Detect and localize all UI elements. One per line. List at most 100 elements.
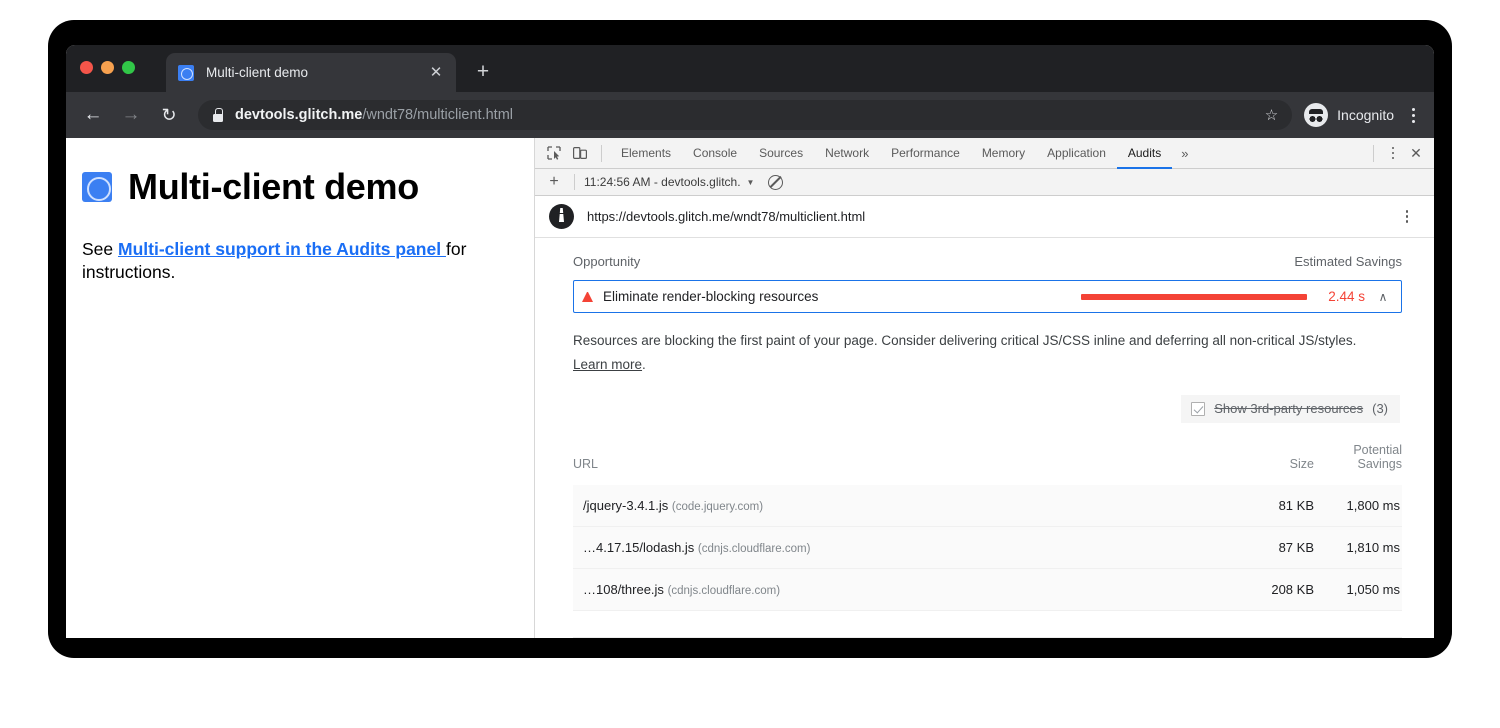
resource-url: …4.17.15/lodash.js xyxy=(583,540,694,555)
devtools-tab-bar: Elements Console Sources Network Perform… xyxy=(535,138,1434,169)
third-party-label: Show 3rd-party resources xyxy=(1214,401,1363,416)
table-row[interactable]: …108/three.js (cdnjs.cloudflare.com) 208… xyxy=(573,569,1402,611)
address-host: devtools.glitch.me xyxy=(235,107,362,123)
browser-tab-strip: Multi-client demo ✕ + xyxy=(66,45,1434,92)
column-estimated-savings: Estimated Savings xyxy=(1294,254,1402,269)
profile-label: Incognito xyxy=(1337,107,1394,123)
opportunity-value: 2.44 s xyxy=(1317,289,1365,304)
resources-table: URL Size Potential Savings xyxy=(573,433,1402,611)
th-potential-savings: Potential Savings xyxy=(1314,433,1402,485)
close-icon[interactable]: ✕ xyxy=(426,63,446,83)
column-opportunity: Opportunity xyxy=(573,254,640,269)
report-menu-icon[interactable] xyxy=(1396,206,1418,228)
tab-audits[interactable]: Audits xyxy=(1117,138,1172,169)
report-header: https://devtools.glitch.me/wndt78/multic… xyxy=(535,196,1434,238)
chevron-down-icon: ▼ xyxy=(747,178,755,187)
audits-toolbar: + 11:24:56 AM - devtools.glitch. ▼ xyxy=(535,169,1434,196)
maximize-window-button[interactable] xyxy=(122,61,135,74)
close-window-button[interactable] xyxy=(80,61,93,74)
resource-url: /jquery-3.4.1.js xyxy=(583,498,668,513)
audited-url: https://devtools.glitch.me/wndt78/multic… xyxy=(587,209,865,224)
toolbar-divider xyxy=(601,145,602,162)
show-third-party-toggle[interactable]: Show 3rd-party resources (3) xyxy=(1181,395,1400,423)
profile-chip[interactable]: Incognito xyxy=(1304,103,1394,127)
cell-savings: 1,800 ms xyxy=(1314,485,1402,527)
th-size: Size xyxy=(1209,433,1314,485)
opportunity-title: Eliminate render-blocking resources xyxy=(603,289,818,304)
tab-performance[interactable]: Performance xyxy=(880,138,971,169)
cell-size: 87 KB xyxy=(1209,527,1314,569)
address-bar-text: devtools.glitch.me/wndt78/multiclient.ht… xyxy=(235,107,513,123)
checkbox-icon[interactable] xyxy=(1191,402,1205,416)
new-tab-button[interactable]: + xyxy=(470,59,496,85)
browser-tab[interactable]: Multi-client demo ✕ xyxy=(166,53,456,92)
toolbar-divider xyxy=(574,174,575,190)
forward-icon[interactable]: → xyxy=(116,100,146,130)
tab-sources[interactable]: Sources xyxy=(748,138,814,169)
minimize-window-button[interactable] xyxy=(101,61,114,74)
browser-tab-title: Multi-client demo xyxy=(206,65,426,80)
cell-url: …108/three.js (cdnjs.cloudflare.com) xyxy=(573,569,1209,611)
cell-savings: 1,050 ms xyxy=(1314,569,1402,611)
opportunity-row[interactable]: Eliminate render-blocking resources 2.44… xyxy=(573,280,1402,313)
th-url: URL xyxy=(573,433,1209,485)
tab-memory[interactable]: Memory xyxy=(971,138,1036,169)
cell-size: 81 KB xyxy=(1209,485,1314,527)
back-icon[interactable]: ← xyxy=(78,100,108,130)
resource-host: (cdnjs.cloudflare.com) xyxy=(668,585,780,597)
table-row[interactable]: …4.17.15/lodash.js (cdnjs.cloudflare.com… xyxy=(573,527,1402,569)
learn-more-link[interactable]: Learn more xyxy=(573,357,642,372)
bookmark-star-icon[interactable]: ☆ xyxy=(1265,106,1278,124)
address-path: /wndt78/multiclient.html xyxy=(362,107,513,123)
report-divider xyxy=(573,637,1402,638)
lighthouse-icon xyxy=(549,204,574,229)
browser-toolbar: ← → ↻ devtools.glitch.me/wndt78/multicli… xyxy=(66,92,1434,138)
window-content: Multi-client demo See Multi-client suppo… xyxy=(66,138,1434,638)
tab-overflow-icon[interactable]: » xyxy=(1172,146,1197,161)
third-party-toggle-wrap: Show 3rd-party resources (3) xyxy=(573,395,1402,423)
browser-window: Multi-client demo ✕ + ← → ↻ devtools.gli… xyxy=(66,45,1434,638)
browser-menu-icon[interactable] xyxy=(1400,102,1426,128)
tab-console[interactable]: Console xyxy=(682,138,748,169)
table-header-row: URL Size Potential Savings xyxy=(573,433,1402,485)
reload-icon[interactable]: ↻ xyxy=(154,100,184,130)
resource-url: …108/three.js xyxy=(583,582,664,597)
third-party-count: (3) xyxy=(1372,401,1388,416)
clear-audits-icon[interactable] xyxy=(768,175,783,190)
table-row[interactable]: /jquery-3.4.1.js (code.jquery.com) 81 KB… xyxy=(573,485,1402,527)
screenshot-stage: Multi-client demo ✕ + ← → ↻ devtools.gli… xyxy=(0,0,1500,728)
device-toolbar-icon[interactable] xyxy=(567,140,593,166)
cell-url: /jquery-3.4.1.js (code.jquery.com) xyxy=(573,485,1209,527)
resources-table-body: /jquery-3.4.1.js (code.jquery.com) 81 KB… xyxy=(573,485,1402,611)
description-text: Resources are blocking the first paint o… xyxy=(573,333,1356,348)
incognito-icon xyxy=(1304,103,1328,127)
window-traffic-lights xyxy=(80,61,135,74)
inspect-element-icon[interactable] xyxy=(541,140,567,166)
lighthouse-report: https://devtools.glitch.me/wndt78/multic… xyxy=(535,196,1434,638)
cell-savings: 1,810 ms xyxy=(1314,527,1402,569)
devtools-menu-icon[interactable] xyxy=(1382,142,1404,164)
close-devtools-icon[interactable]: ✕ xyxy=(1404,141,1428,165)
devtools-panel: Elements Console Sources Network Perform… xyxy=(535,138,1434,638)
audit-run-selector[interactable]: 11:24:56 AM - devtools.glitch. ▼ xyxy=(584,175,754,189)
web-page-viewport: Multi-client demo See Multi-client suppo… xyxy=(66,138,535,638)
resources-table-head: URL Size Potential Savings xyxy=(573,433,1402,485)
resource-host: (cdnjs.cloudflare.com) xyxy=(698,543,810,555)
audits-docs-link[interactable]: Multi-client support in the Audits panel xyxy=(118,239,446,259)
cell-url: …4.17.15/lodash.js (cdnjs.cloudflare.com… xyxy=(573,527,1209,569)
cell-size: 208 KB xyxy=(1209,569,1314,611)
opportunity-table-header: Opportunity Estimated Savings xyxy=(573,254,1402,280)
devtools-toolbar-right: ✕ xyxy=(1365,141,1434,165)
tab-application[interactable]: Application xyxy=(1036,138,1117,169)
audit-run-label: 11:24:56 AM - devtools.glitch. xyxy=(584,175,741,189)
th-savings-line1: Potential xyxy=(1314,443,1402,457)
savings-bar xyxy=(1081,294,1307,300)
warning-triangle-icon xyxy=(582,292,593,302)
new-audit-button[interactable]: + xyxy=(543,173,565,191)
page-title-text: Multi-client demo xyxy=(128,166,419,208)
tab-network[interactable]: Network xyxy=(814,138,880,169)
address-bar[interactable]: devtools.glitch.me/wndt78/multiclient.ht… xyxy=(198,100,1292,130)
tab-elements[interactable]: Elements xyxy=(610,138,682,169)
instructions-prefix: See xyxy=(82,239,118,259)
chevron-up-icon[interactable]: ∧ xyxy=(1375,290,1391,304)
